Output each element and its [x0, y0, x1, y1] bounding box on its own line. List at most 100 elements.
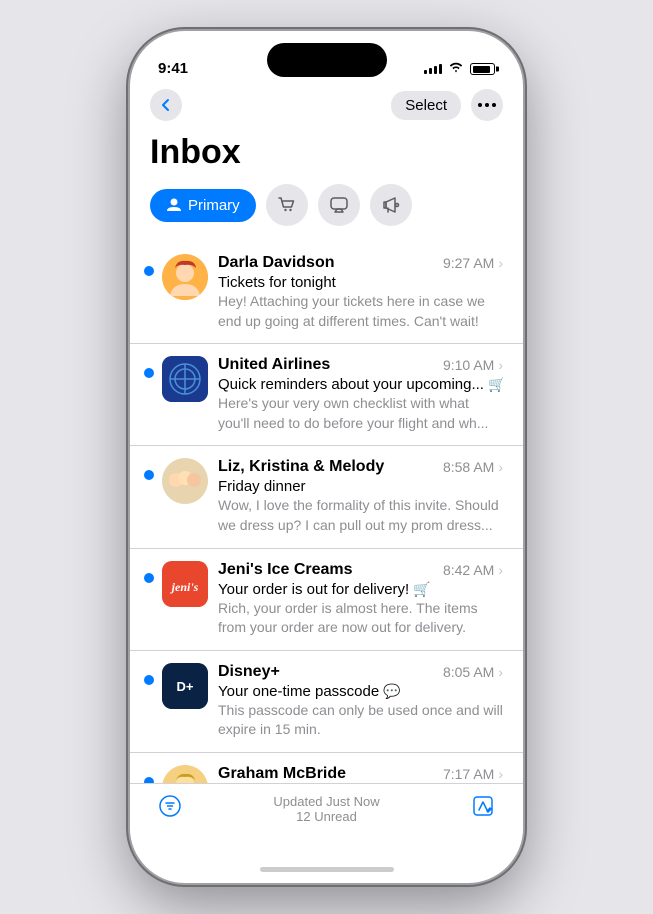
message-icon	[329, 195, 349, 215]
email-header: Graham McBride 7:17 AM ›	[218, 765, 503, 783]
email-time: 9:27 AM	[443, 255, 494, 271]
tab-primary[interactable]: Primary	[150, 189, 256, 222]
tab-shopping[interactable]	[266, 184, 308, 226]
status-icons	[424, 61, 495, 77]
email-preview: This passcode can only be used once and …	[218, 701, 503, 740]
email-time: 8:42 AM	[443, 562, 494, 578]
chevron-right-icon: ›	[498, 562, 503, 578]
email-meta: 8:05 AM ›	[443, 664, 503, 680]
svg-text:D+: D+	[177, 679, 194, 694]
tab-primary-label: Primary	[188, 197, 240, 214]
email-list: Darla Davidson 9:27 AM › Tickets for ton…	[130, 242, 523, 783]
tab-social[interactable]	[318, 184, 360, 226]
chevron-right-icon: ›	[498, 766, 503, 782]
tab-promotions[interactable]	[370, 184, 412, 226]
unread-indicator	[144, 470, 154, 480]
megaphone-icon	[381, 195, 401, 215]
avatar: jeni's	[162, 561, 208, 607]
email-item[interactable]: Liz, Kristina & Melody 8:58 AM › Friday …	[130, 446, 523, 548]
signal-icon	[424, 64, 442, 74]
unread-indicator	[144, 573, 154, 583]
email-subject: Your order is out for delivery! 🛒	[218, 581, 503, 598]
email-item[interactable]: Darla Davidson 9:27 AM › Tickets for ton…	[130, 242, 523, 344]
email-header: Disney+ 8:05 AM ›	[218, 663, 503, 681]
sender-name: United Airlines	[218, 356, 330, 374]
email-header: Jeni's Ice Creams 8:42 AM ›	[218, 561, 503, 579]
email-body: Darla Davidson 9:27 AM › Tickets for ton…	[218, 254, 503, 331]
sender-name: Jeni's Ice Creams	[218, 561, 353, 579]
filter-icon	[158, 794, 182, 818]
svg-text:jeni's: jeni's	[170, 580, 199, 594]
email-subject: Quick reminders about your upcoming... 🛒	[218, 376, 503, 393]
sender-name: Darla Davidson	[218, 254, 334, 272]
more-button[interactable]	[471, 89, 503, 121]
chevron-right-icon: ›	[498, 357, 503, 373]
nav-actions: Select	[391, 89, 503, 121]
phone-frame: 9:41	[130, 31, 523, 883]
sender-name: Liz, Kristina & Melody	[218, 458, 384, 476]
filter-button[interactable]	[158, 794, 182, 818]
email-body: Disney+ 8:05 AM › Your one-time passcode…	[218, 663, 503, 740]
bottom-bar: Updated Just Now 12 Unread	[130, 783, 523, 855]
email-item[interactable]: jeni's Jeni's Ice Creams 8:42 AM › Your …	[130, 549, 523, 651]
sender-name: Graham McBride	[218, 765, 346, 783]
compose-button[interactable]	[471, 794, 495, 818]
email-body: Jeni's Ice Creams 8:42 AM › Your order i…	[218, 561, 503, 638]
graham-avatar	[162, 765, 208, 783]
avatar	[162, 458, 208, 504]
shopping-badge-icon: 🛒	[488, 376, 503, 393]
compose-icon	[471, 794, 495, 818]
email-time: 7:17 AM	[443, 766, 494, 782]
home-bar	[260, 867, 394, 872]
email-meta: 9:27 AM ›	[443, 255, 503, 271]
unread-indicator	[144, 266, 154, 276]
united-avatar	[162, 356, 208, 402]
email-header: Darla Davidson 9:27 AM ›	[218, 254, 503, 272]
email-body: Graham McBride 7:17 AM › Tell us if you …	[218, 765, 503, 783]
email-time: 9:10 AM	[443, 357, 494, 373]
cart-icon	[277, 195, 297, 215]
email-meta: 7:17 AM ›	[443, 766, 503, 782]
status-time: 9:41	[158, 60, 188, 77]
updated-text: Updated Just Now	[273, 794, 379, 809]
unread-indicator	[144, 368, 154, 378]
avatar	[162, 356, 208, 402]
main-content: Inbox Primary	[130, 129, 523, 783]
ellipsis-icon	[478, 103, 496, 107]
chevron-right-icon: ›	[498, 459, 503, 475]
email-meta: 8:58 AM ›	[443, 459, 503, 475]
avatar	[162, 765, 208, 783]
email-body: Liz, Kristina & Melody 8:58 AM › Friday …	[218, 458, 503, 535]
email-item[interactable]: D+ Disney+ 8:05 AM › Your one-time passc…	[130, 651, 523, 753]
page-title: Inbox	[130, 129, 523, 184]
select-button[interactable]: Select	[391, 91, 461, 120]
chevron-right-icon: ›	[498, 664, 503, 680]
category-tabs: Primary	[130, 184, 523, 242]
email-item[interactable]: United Airlines 9:10 AM › Quick reminder…	[130, 344, 523, 446]
email-header: United Airlines 9:10 AM ›	[218, 356, 503, 374]
nav-bar: Select	[130, 85, 523, 129]
email-time: 8:58 AM	[443, 459, 494, 475]
liz-avatar	[162, 458, 208, 504]
email-subject: Your one-time passcode 💬	[218, 683, 503, 700]
email-preview: Hey! Attaching your tickets here in case…	[218, 292, 503, 331]
back-button[interactable]	[150, 89, 182, 121]
unread-indicator	[144, 675, 154, 685]
disney-avatar: D+	[162, 663, 208, 709]
unread-indicator	[144, 777, 154, 783]
home-indicator	[130, 855, 523, 883]
email-preview: Wow, I love the formality of this invite…	[218, 496, 503, 535]
email-time: 8:05 AM	[443, 664, 494, 680]
email-item[interactable]: Graham McBride 7:17 AM › Tell us if you …	[130, 753, 523, 783]
email-subject: Friday dinner	[218, 478, 503, 495]
shopping-badge-icon: 🛒	[413, 581, 430, 598]
email-body: United Airlines 9:10 AM › Quick reminder…	[218, 356, 503, 433]
darla-avatar	[162, 254, 208, 300]
wifi-icon	[448, 61, 464, 77]
sender-name: Disney+	[218, 663, 280, 681]
battery-icon	[470, 63, 495, 75]
email-preview: Rich, your order is almost here. The ite…	[218, 599, 503, 638]
dynamic-island	[267, 43, 387, 77]
message-badge-icon: 💬	[383, 683, 400, 700]
email-header: Liz, Kristina & Melody 8:58 AM ›	[218, 458, 503, 476]
